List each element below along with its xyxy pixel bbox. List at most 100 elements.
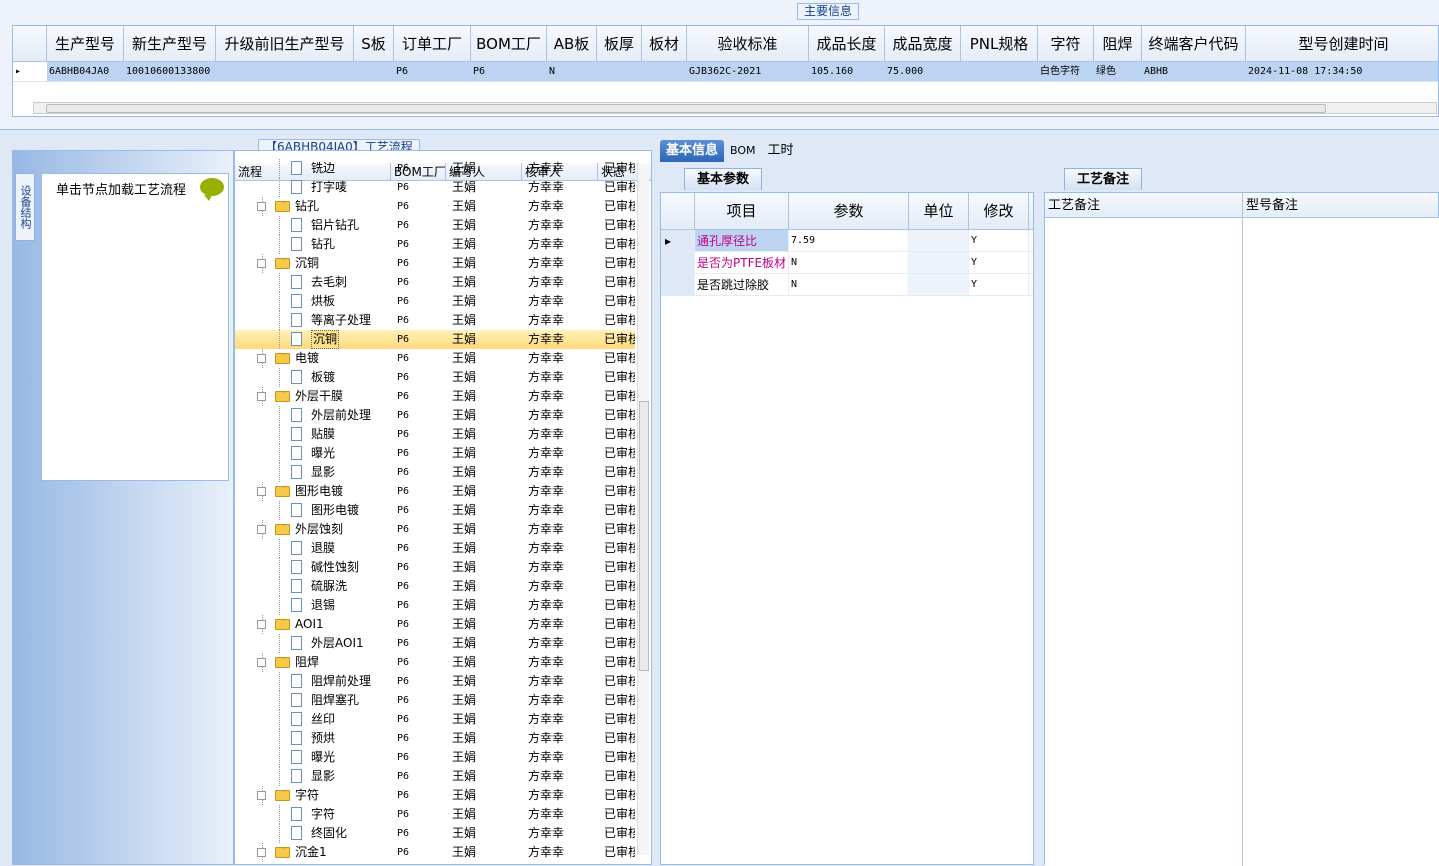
cell[interactable]	[216, 62, 354, 81]
col-header[interactable]: 成品宽度	[885, 26, 961, 61]
col-header[interactable]: 订单工厂	[394, 26, 471, 61]
tree-row[interactable]: 预烘 P6 王娟 方幸幸 已审核	[235, 729, 635, 748]
col-header[interactable]: PNL规格	[961, 26, 1038, 61]
collapse-toggle-icon[interactable]: −	[257, 259, 266, 268]
cell[interactable]: 2024-11-08 17:34:50	[1246, 62, 1438, 81]
col-header[interactable]: 新生产型号	[124, 26, 216, 61]
tree-row[interactable]: − 电镀 P6 王娟 方幸幸 已审核	[235, 349, 635, 368]
cell[interactable]: 6ABHB04JA0	[47, 62, 124, 81]
scroll-thumb[interactable]	[639, 401, 649, 671]
collapse-toggle-icon[interactable]: −	[257, 525, 266, 534]
model-note-field[interactable]	[1243, 218, 1439, 866]
collapse-toggle-icon[interactable]: −	[257, 487, 266, 496]
cell[interactable]: 105.160	[809, 62, 885, 81]
col-header[interactable]: 生产型号	[47, 26, 124, 61]
tree-row[interactable]: 外层前处理 P6 王娟 方幸幸 已审核	[235, 406, 635, 425]
process-note-field[interactable]	[1045, 218, 1242, 866]
cell[interactable]: P6	[471, 62, 547, 81]
node-hint-box[interactable]: 单击节点加载工艺流程	[41, 173, 229, 481]
tree-row[interactable]: 等离子处理 P6 王娟 方幸幸 已审核	[235, 311, 635, 330]
tree-row[interactable]: 阻焊塞孔 P6 王娟 方幸幸 已审核	[235, 691, 635, 710]
tree-row[interactable]: 字符 P6 王娟 方幸幸 已审核	[235, 805, 635, 824]
cell[interactable]: 白色字符	[1038, 62, 1094, 81]
tree-row[interactable]: 铣边 P6 王娟 方幸幸 已审核	[235, 159, 635, 178]
main-info-row[interactable]: ▸ 6ABHB04JA0 10010600133800 P6 P6 N GJB362C-20…	[13, 62, 1438, 82]
tree-row[interactable]: − 图形电镀 P6 王娟 方幸幸 已审核	[235, 482, 635, 501]
tree-row[interactable]: − AOI1 P6 王娟 方幸幸 已审核	[235, 615, 635, 634]
tree-row[interactable]: 退膜 P6 王娟 方幸幸 已审核	[235, 539, 635, 558]
collapse-toggle-icon[interactable]: −	[257, 658, 266, 667]
collapse-toggle-icon[interactable]: −	[257, 791, 266, 800]
param-value[interactable]: N	[789, 274, 909, 295]
tree-row[interactable]: − 阻焊 P6 王娟 方幸幸 已审核	[235, 653, 635, 672]
tree-row[interactable]: 外层AOI1 P6 王娟 方幸幸 已审核	[235, 634, 635, 653]
cell[interactable]: ABHB	[1142, 62, 1246, 81]
collapse-toggle-icon[interactable]: −	[257, 848, 266, 857]
param-unit[interactable]	[909, 230, 969, 251]
param-unit[interactable]	[909, 274, 969, 295]
tree-row[interactable]: 终固化 P6 王娟 方幸幸 已审核	[235, 824, 635, 843]
horizontal-scrollbar[interactable]	[33, 102, 1437, 114]
tree-row[interactable]: 板镀 P6 王娟 方幸幸 已审核	[235, 368, 635, 387]
col-header[interactable]: 字符	[1038, 26, 1094, 61]
col-header[interactable]: 参数	[789, 193, 909, 229]
collapse-toggle-icon[interactable]: −	[257, 392, 266, 401]
param-row[interactable]: 是否为PTFE板材 N Y	[661, 252, 1033, 274]
col-header[interactable]: BOM工厂	[471, 26, 547, 61]
tree-row[interactable]: 曝光 P6 王娟 方幸幸 已审核	[235, 444, 635, 463]
tree-row[interactable]: 烘板 P6 王娟 方幸幸 已审核	[235, 292, 635, 311]
tree-row[interactable]: − 沉金1 P6 王娟 方幸幸 已审核	[235, 843, 635, 862]
col-header[interactable]: 板材	[642, 26, 687, 61]
col-header[interactable]: 终端客户代码	[1142, 26, 1246, 61]
col-header[interactable]: 成品长度	[809, 26, 885, 61]
tree-row[interactable]: 钻孔 P6 王娟 方幸幸 已审核	[235, 235, 635, 254]
tree-row[interactable]: 去毛刺 P6 王娟 方幸幸 已审核	[235, 273, 635, 292]
col-header[interactable]: 项目	[695, 193, 789, 229]
scroll-thumb[interactable]	[46, 104, 1326, 113]
tree-row[interactable]: 曝光 P6 王娟 方幸幸 已审核	[235, 748, 635, 767]
param-row[interactable]: ▸ 通孔厚径比 7.59 Y	[661, 230, 1033, 252]
col-header[interactable]: AB板	[547, 26, 597, 61]
tree-row[interactable]: − 外层蚀刻 P6 王娟 方幸幸 已审核	[235, 520, 635, 539]
tree-row[interactable]: 丝印 P6 王娟 方幸幸 已审核	[235, 710, 635, 729]
tree-row[interactable]: 图形电镀 P6 王娟 方幸幸 已审核	[235, 501, 635, 520]
cell[interactable]: 75.000	[885, 62, 961, 81]
col-header[interactable]: 型号备注	[1243, 193, 1439, 217]
cell[interactable]	[354, 62, 394, 81]
cell[interactable]: N	[547, 62, 597, 81]
tree-row[interactable]: − 字符 P6 王娟 方幸幸 已审核	[235, 786, 635, 805]
collapse-toggle-icon[interactable]: −	[257, 354, 266, 363]
tab-1[interactable]: BOM	[724, 140, 762, 162]
tree-row[interactable]: 退锡 P6 王娟 方幸幸 已审核	[235, 596, 635, 615]
cell[interactable]: GJB362C-2021	[687, 62, 809, 81]
col-header[interactable]: 单位	[909, 193, 969, 229]
cell[interactable]: 绿色	[1094, 62, 1142, 81]
param-value[interactable]: N	[789, 252, 909, 273]
tree-row[interactable]: − 沉铜 P6 王娟 方幸幸 已审核	[235, 254, 635, 273]
tree-row[interactable]: 打字唛 P6 王娟 方幸幸 已审核	[235, 178, 635, 197]
tab-process-notes[interactable]: 工艺备注	[1064, 168, 1143, 190]
cell[interactable]: P6	[394, 62, 471, 81]
tree-row[interactable]: 阻焊前处理 P6 王娟 方幸幸 已审核	[235, 672, 635, 691]
col-header[interactable]: 型号创建时间	[1246, 26, 1438, 61]
col-header[interactable]: 工艺备注	[1045, 193, 1243, 217]
col-header[interactable]: 阻焊	[1094, 26, 1142, 61]
cell[interactable]	[597, 62, 642, 81]
collapse-toggle-icon[interactable]: −	[257, 620, 266, 629]
col-header[interactable]: S板	[354, 26, 394, 61]
tree-row[interactable]: 铝片钻孔 P6 王娟 方幸幸 已审核	[235, 216, 635, 235]
collapse-toggle-icon[interactable]: −	[257, 202, 266, 211]
tree-row[interactable]: 沉铜 P6 王娟 方幸幸 已审核	[235, 330, 635, 349]
tree-row[interactable]: − 钻孔 P6 王娟 方幸幸 已审核	[235, 197, 635, 216]
col-header[interactable]: 验收标准	[687, 26, 809, 61]
tree-row[interactable]: 显影 P6 王娟 方幸幸 已审核	[235, 767, 635, 786]
col-header[interactable]: 板厚	[597, 26, 642, 61]
param-value[interactable]: 7.59	[789, 230, 909, 251]
cell[interactable]: 10010600133800	[124, 62, 216, 81]
tab-basic-params[interactable]: 基本参数	[684, 168, 763, 190]
tree-row[interactable]: 碱性蚀刻 P6 王娟 方幸幸 已审核	[235, 558, 635, 577]
vertical-tab-equipment-structure[interactable]: 设备结构	[15, 173, 35, 241]
tree-row[interactable]: − 外层干膜 P6 王娟 方幸幸 已审核	[235, 387, 635, 406]
tree-row[interactable]: 硫脲洗 P6 王娟 方幸幸 已审核	[235, 577, 635, 596]
tab-2[interactable]: 工时	[762, 140, 800, 162]
